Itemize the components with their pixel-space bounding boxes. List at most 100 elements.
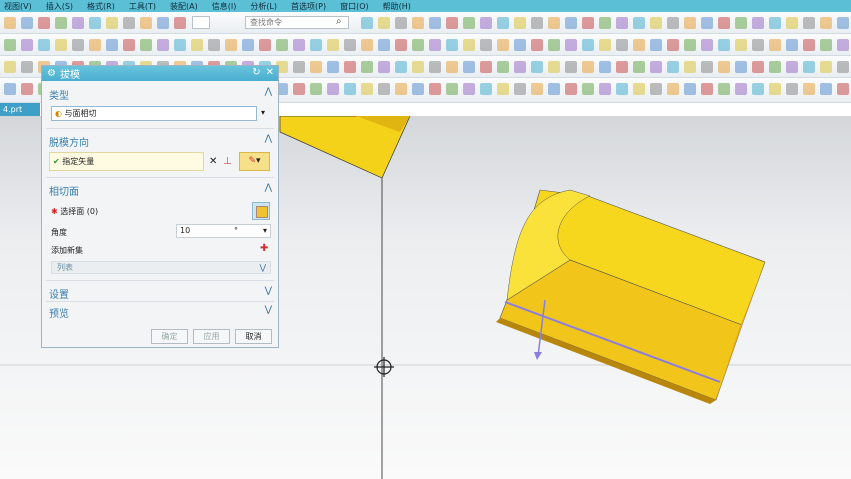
toolbar-tool-icon[interactable] [667,83,679,95]
toolbar-tool-icon[interactable] [344,61,356,73]
toolbar-tool-icon[interactable] [21,61,33,73]
toolbar-tool-icon[interactable] [633,17,645,29]
toolbar-tool-icon[interactable] [412,83,424,95]
section-draft-direction[interactable]: 脱模方向 [49,134,89,149]
toolbar-tool-icon[interactable] [565,17,577,29]
chevron-down-icon[interactable]: ⋁ [265,286,272,296]
toolbar-tool-icon[interactable] [548,61,560,73]
menu-item[interactable]: 视图(V) [4,1,32,12]
toolbar-tool-icon[interactable] [429,83,441,95]
toolbar-tool-icon[interactable] [786,17,798,29]
toolbar-tool-icon[interactable] [820,39,832,51]
toolbar-tool-icon[interactable] [684,83,696,95]
toolbar-tool-icon[interactable] [633,83,645,95]
toolbar-tool-icon[interactable] [752,39,764,51]
angle-input[interactable]: 10 ° ▾ [176,224,271,238]
toolbar-tool-icon[interactable] [667,61,679,73]
command-search-input[interactable]: 查找命令 [245,16,349,29]
toolbar-tool-icon[interactable] [837,83,849,95]
toolbar-tool-icon[interactable] [531,61,543,73]
toolbar-tool-icon[interactable] [89,39,101,51]
toolbar-tool-icon[interactable] [395,83,407,95]
toolbar-tool-icon[interactable] [497,39,509,51]
toolbar-tool-icon[interactable] [667,39,679,51]
toolbar-tool-icon[interactable] [55,17,67,29]
toolbar-tool-icon[interactable] [531,17,543,29]
toolbar-tool-icon[interactable] [616,17,628,29]
toolbar-tool-icon[interactable] [769,17,781,29]
toolbar-tool-icon[interactable] [106,39,118,51]
toolbar-tool-icon[interactable] [106,17,118,29]
reset-icon[interactable]: ↻ [252,67,260,78]
toolbar-tool-icon[interactable] [497,17,509,29]
toolbar-tool-icon[interactable] [191,39,203,51]
toolbar-tool-icon[interactable] [616,61,628,73]
toolbar-tool-icon[interactable] [242,39,254,51]
section-type[interactable]: 类型 [49,87,69,102]
toolbar-tool-icon[interactable] [497,83,509,95]
toolbar-tool-icon[interactable] [310,83,322,95]
dropdown-arrow-icon[interactable]: ▾ [261,108,265,117]
toolbar-tool-icon[interactable] [429,61,441,73]
chevron-down-icon[interactable]: ⋁ [265,305,272,315]
toolbar-tool-icon[interactable] [684,61,696,73]
toolbar-tool-icon[interactable] [378,17,390,29]
search-icon[interactable]: ⌕ [336,16,342,27]
toolbar-tool-icon[interactable] [531,83,543,95]
toolbar-tool-icon[interactable] [327,61,339,73]
select-face-button[interactable] [252,202,270,220]
toolbar-tool-icon[interactable] [89,17,101,29]
toolbar-tool-icon[interactable] [55,39,67,51]
toolbar-tool-icon[interactable] [225,39,237,51]
section-preview[interactable]: 预览 [49,305,69,320]
toolbar-tool-icon[interactable] [599,83,611,95]
toolbar-tool-icon[interactable] [446,83,458,95]
toolbar-tool-icon[interactable] [684,17,696,29]
section-settings[interactable]: 设置 [49,286,69,301]
toolbar-tool-icon[interactable] [310,39,322,51]
section-tangent-faces[interactable]: 相切面 [49,183,79,198]
toolbar-tool-icon[interactable] [123,39,135,51]
menu-item[interactable]: 分析(L) [250,1,277,12]
toolbar-tool-icon[interactable] [463,39,475,51]
toolbar-tool-icon[interactable] [480,17,492,29]
toolbar-tool-icon[interactable] [157,17,169,29]
toolbar-tool-icon[interactable] [38,39,50,51]
chevron-up-icon[interactable]: ⋀ [265,87,272,97]
toolbar-tool-icon[interactable] [497,61,509,73]
toolbar-tool-icon[interactable] [701,61,713,73]
toolbar-tool-icon[interactable] [633,61,645,73]
toolbar-tool-icon[interactable] [548,83,560,95]
toolbar-tool-icon[interactable] [786,39,798,51]
toolbar-tool-icon[interactable] [565,39,577,51]
toolbar-tool-icon[interactable] [412,61,424,73]
reverse-direction-icon[interactable]: ✕ [209,156,217,167]
toolbar-tool-icon[interactable] [548,17,560,29]
toolbar-tool-icon[interactable] [480,61,492,73]
toolbar-tool-icon[interactable] [565,61,577,73]
toolbar-tool-icon[interactable] [684,39,696,51]
toolbar-tool-icon[interactable] [752,61,764,73]
toolbar-tool-icon[interactable] [735,61,747,73]
toolbar-tool-icon[interactable] [72,17,84,29]
toolbar-tool-icon[interactable] [752,17,764,29]
toolbar-tool-icon[interactable] [752,83,764,95]
toolbar-tool-icon[interactable] [38,17,50,29]
toolbar-tool-icon[interactable] [480,39,492,51]
toolbar-tool-icon[interactable] [395,17,407,29]
toolbar-tool-icon[interactable] [123,17,135,29]
selection-filter-combo[interactable] [192,16,210,29]
add-set-icon[interactable]: ✚ [260,243,268,254]
toolbar-tool-icon[interactable] [327,39,339,51]
toolbar-tool-icon[interactable] [548,39,560,51]
toolbar-tool-icon[interactable] [446,61,458,73]
toolbar-tool-icon[interactable] [344,83,356,95]
toolbar-tool-icon[interactable] [21,83,33,95]
toolbar-tool-icon[interactable] [378,61,390,73]
menu-item[interactable]: 帮助(H) [383,1,411,12]
toolbar-tool-icon[interactable] [463,61,475,73]
vector-type-dropdown[interactable]: ✎▾ [239,152,270,171]
toolbar-tool-icon[interactable] [463,83,475,95]
toolbar-tool-icon[interactable] [599,61,611,73]
specify-vector-field[interactable]: ✔ 指定矢量 [49,152,204,171]
